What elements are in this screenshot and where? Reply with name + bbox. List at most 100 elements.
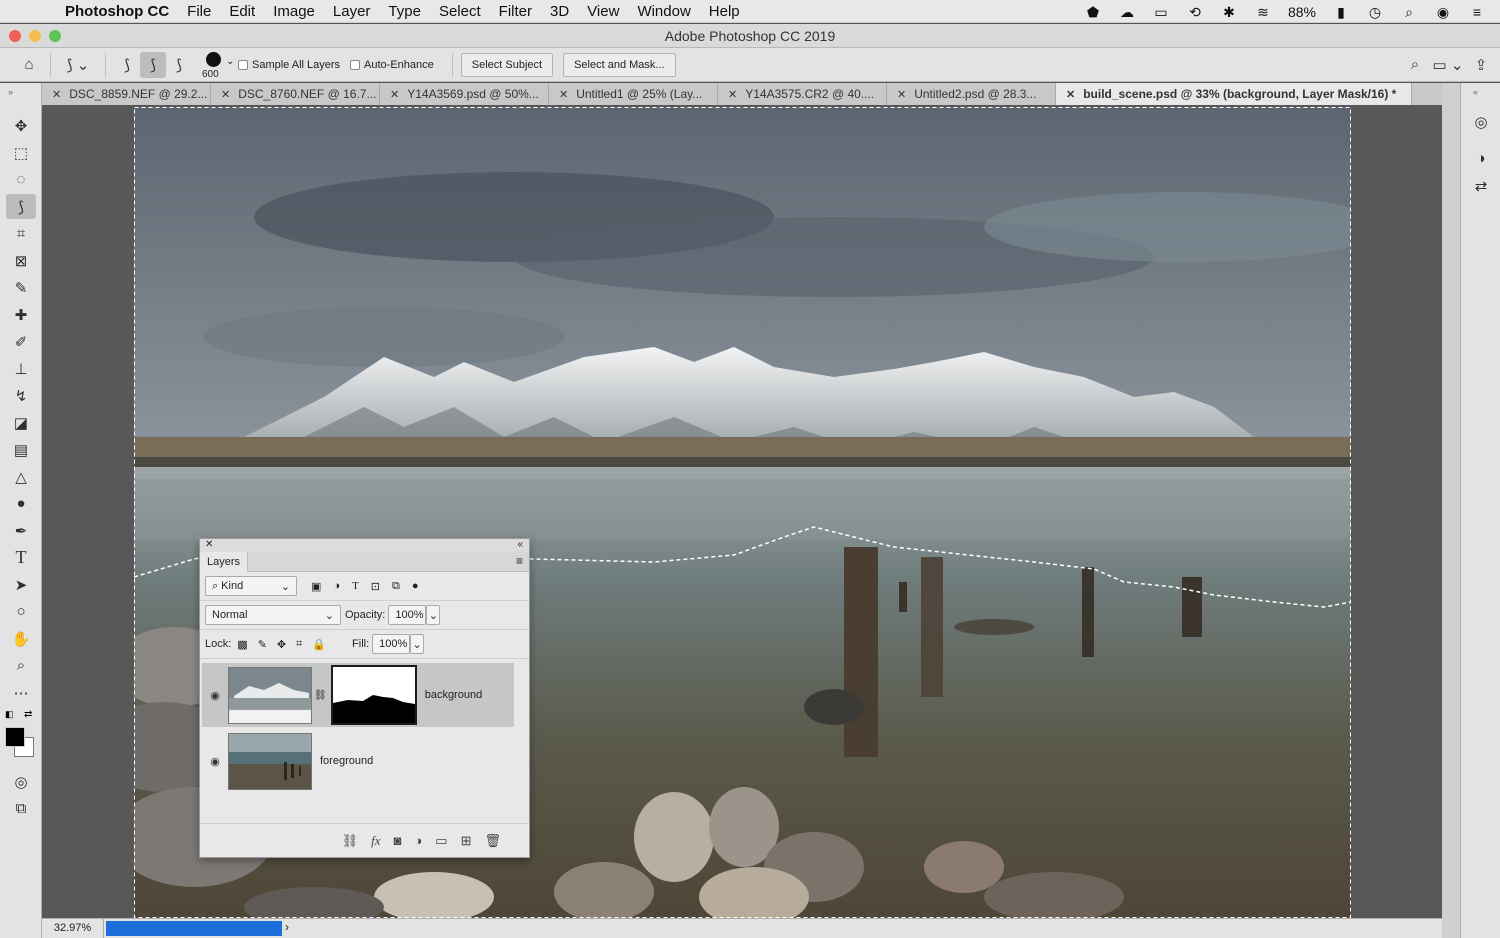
crop-tool-icon[interactable]: ⌗: [6, 221, 36, 246]
menu-file[interactable]: File: [178, 3, 220, 20]
auto-enhance-checkbox[interactable]: Auto-Enhance: [350, 59, 434, 71]
type-layer-filter-icon[interactable]: T: [352, 580, 359, 592]
eraser-tool-icon[interactable]: ◪: [6, 410, 36, 435]
time-machine-icon[interactable]: ⟲: [1186, 5, 1204, 19]
trash-icon[interactable]: 🗑: [484, 833, 501, 849]
search-icon[interactable]: ⌕: [1402, 52, 1428, 78]
blur-tool-icon[interactable]: △: [6, 464, 36, 489]
fill-input[interactable]: 100%: [372, 634, 411, 654]
history-brush-tool-icon[interactable]: ↯: [6, 383, 36, 408]
document-tab[interactable]: ✕ Untitled1 @ 25% (Lay...: [549, 83, 718, 105]
add-to-selection-icon[interactable]: ⟆: [140, 51, 166, 78]
eyedropper-tool-icon[interactable]: ✎: [6, 275, 36, 300]
home-icon[interactable]: ⌂: [16, 52, 42, 78]
gradient-tool-icon[interactable]: ▤: [6, 437, 36, 462]
fx-icon[interactable]: fx: [371, 833, 380, 849]
document-tab[interactable]: ✕ Y14A3575.CR2 @ 40....: [718, 83, 887, 105]
wifi-icon[interactable]: ≋: [1254, 5, 1272, 19]
checkbox-box[interactable]: [238, 59, 248, 70]
healing-brush-tool-icon[interactable]: ✚: [6, 302, 36, 327]
panel-menu-icon[interactable]: ≡: [516, 554, 523, 568]
adjustments-icon[interactable]: ◑: [1466, 146, 1496, 171]
close-icon[interactable]: ✕: [728, 89, 737, 101]
sample-all-layers-checkbox[interactable]: Sample All Layers: [238, 59, 340, 71]
menu-3d[interactable]: 3D: [541, 3, 578, 20]
adjustment-layer-filter-icon[interactable]: ◑: [333, 580, 340, 592]
hand-tool-icon[interactable]: ✋: [6, 626, 36, 651]
lock-artboard-icon[interactable]: ⌗: [296, 638, 302, 651]
new-adjustment-layer-icon[interactable]: ◑: [414, 833, 422, 848]
checkbox-box[interactable]: [350, 59, 361, 70]
layer-thumbnail[interactable]: [228, 732, 312, 790]
visibility-eye-icon[interactable]: ◉: [202, 689, 228, 702]
share-icon[interactable]: ⇪: [1468, 52, 1494, 78]
filter-kind-select[interactable]: ⌕ Kind ⌄: [205, 576, 297, 596]
path-selection-tool-icon[interactable]: ➤: [6, 572, 36, 597]
brush-tool-icon[interactable]: ✐: [6, 329, 36, 354]
menu-select[interactable]: Select: [430, 3, 490, 20]
quick-mask-icon[interactable]: ◎: [6, 769, 36, 794]
menu-filter[interactable]: Filter: [490, 3, 541, 20]
filter-toggle-icon[interactable]: ●: [412, 580, 419, 592]
move-tool-icon[interactable]: ✥: [6, 113, 36, 138]
close-icon[interactable]: ✕: [559, 89, 568, 101]
chevron-down-icon[interactable]: ⌄: [410, 634, 425, 654]
dodge-tool-icon[interactable]: ●: [6, 491, 36, 516]
layer-thumbnail[interactable]: [228, 666, 312, 724]
quick-selection-tool-icon[interactable]: ⟆: [6, 194, 36, 219]
workspace-switcher-icon[interactable]: ▭ ⌄: [1428, 52, 1468, 78]
menu-image[interactable]: Image: [264, 3, 324, 20]
lock-all-icon[interactable]: 🔒: [312, 638, 326, 651]
close-icon[interactable]: ✕: [52, 89, 61, 101]
lock-image-icon[interactable]: ✎: [258, 638, 267, 651]
document-tab[interactable]: ✕ DSC_8859.NEF @ 29.2...: [42, 83, 211, 105]
menu-window[interactable]: Window: [628, 3, 699, 20]
tool-preset-picker[interactable]: ⟆ ⌄: [59, 52, 97, 78]
panel-collapse-icon[interactable]: »: [0, 83, 41, 111]
document-tab[interactable]: ✕ Untitled2.psd @ 28.3...: [887, 83, 1056, 105]
clone-stamp-tool-icon[interactable]: ⊥: [6, 356, 36, 381]
bluetooth-icon[interactable]: ✱: [1220, 5, 1238, 19]
menu-app-name[interactable]: Photoshop CC: [56, 3, 178, 20]
layer-mask-thumbnail[interactable]: [330, 665, 417, 725]
layer-row-background[interactable]: ◉ ⛓ background: [202, 663, 514, 727]
chevron-right-icon[interactable]: ›: [285, 920, 289, 934]
close-icon[interactable]: ✕: [897, 89, 906, 101]
subtract-from-selection-icon[interactable]: ⟆: [166, 52, 192, 78]
location-icon[interactable]: ⬟: [1084, 5, 1102, 19]
opacity-input[interactable]: 100%: [388, 605, 427, 625]
window-zoom-button[interactable]: [49, 30, 61, 42]
foreground-color-swatch[interactable]: [5, 727, 25, 747]
menu-view[interactable]: View: [578, 3, 628, 20]
menu-layer[interactable]: Layer: [324, 3, 380, 20]
notification-center-icon[interactable]: ≡: [1468, 5, 1486, 19]
close-icon[interactable]: ✕: [390, 89, 399, 101]
menu-edit[interactable]: Edit: [220, 3, 264, 20]
zoom-tool-icon[interactable]: ⌕: [6, 653, 36, 678]
add-mask-icon[interactable]: ◙: [394, 833, 402, 848]
tab-layers[interactable]: Layers: [200, 552, 249, 572]
document-tab-active[interactable]: ✕ build_scene.psd @ 33% (background, Laye…: [1056, 83, 1412, 105]
new-layer-icon[interactable]: ⊞: [461, 833, 472, 849]
new-group-icon[interactable]: ▭: [435, 833, 447, 849]
default-colors-icon[interactable]: ◧: [5, 709, 14, 720]
shape-layer-filter-icon[interactable]: ⊡: [371, 580, 380, 593]
document-tab[interactable]: ✕ DSC_8760.NEF @ 16.7...: [211, 83, 380, 105]
pixel-layer-filter-icon[interactable]: ▣: [311, 580, 321, 593]
layer-row-foreground[interactable]: ◉ foreground: [202, 729, 514, 793]
swap-colors-icon[interactable]: ⇄: [24, 709, 32, 720]
frame-tool-icon[interactable]: ⊠: [6, 248, 36, 273]
panel-collapse-icon[interactable]: «: [1461, 83, 1500, 105]
select-subject-button[interactable]: Select Subject: [460, 52, 554, 77]
select-and-mask-button[interactable]: Select and Mask...: [563, 52, 676, 77]
menu-help[interactable]: Help: [700, 3, 749, 20]
window-close-button[interactable]: [9, 30, 21, 42]
lasso-tool-icon[interactable]: ◌: [6, 167, 36, 192]
close-icon[interactable]: ✕: [1066, 89, 1075, 101]
layer-name[interactable]: foreground: [320, 755, 373, 767]
lock-transparent-icon[interactable]: ▩: [237, 638, 247, 651]
zoom-level[interactable]: 32.97%: [42, 919, 104, 938]
type-tool-icon[interactable]: T: [6, 545, 36, 570]
edit-toolbar-icon[interactable]: ⋯: [6, 680, 36, 705]
airplay-icon[interactable]: ▭: [1152, 5, 1170, 19]
